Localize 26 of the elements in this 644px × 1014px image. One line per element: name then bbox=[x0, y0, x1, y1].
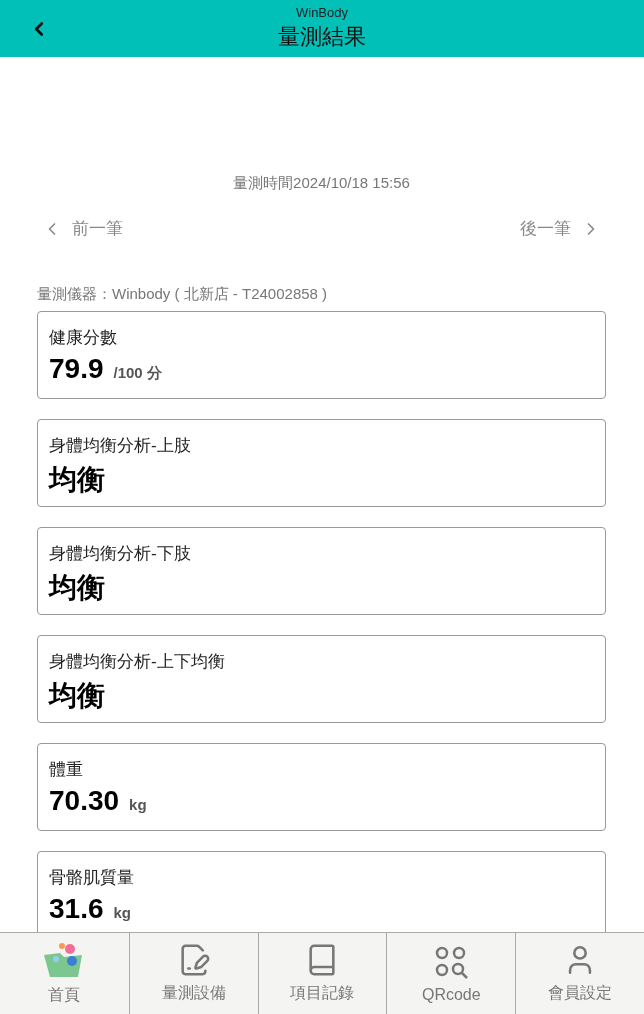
card-value: 均衡 bbox=[49, 463, 105, 497]
card-unit: kg bbox=[113, 904, 131, 921]
card-label: 身體均衡分析-上肢 bbox=[49, 435, 192, 457]
card-label: 骨骼肌質量 bbox=[49, 867, 135, 889]
card-value: 31.6 bbox=[49, 893, 104, 925]
card-value: 均衡 bbox=[49, 571, 105, 605]
tab-item[interactable]: QRcode bbox=[386, 933, 516, 1014]
card-label: 身體均衡分析-下肢 bbox=[49, 543, 192, 565]
card-unit: /100 分 bbox=[113, 364, 162, 383]
tab-item[interactable]: 會員設定 bbox=[515, 933, 644, 1014]
previous-button[interactable]: 前一筆 bbox=[42, 217, 123, 240]
page-title: 量測結果 bbox=[278, 23, 366, 51]
tab-item[interactable]: 首頁 bbox=[0, 933, 129, 1014]
next-button[interactable]: 後一筆 bbox=[520, 217, 601, 240]
card-value: 79.9 bbox=[49, 353, 104, 385]
measured-time: 量測時間2024/10/18 15:56 bbox=[232, 174, 411, 193]
card-label: 身體均衡分析-上下均衡 bbox=[49, 651, 226, 673]
tab-item[interactable]: 項目記錄 bbox=[257, 933, 387, 1014]
card-unit: kg bbox=[129, 796, 147, 813]
tab-item[interactable]: 量測設備 bbox=[128, 933, 258, 1014]
card-label: 體重 bbox=[49, 759, 84, 781]
device-label: 量測儀器：Winbody ( 北新店 - T24002858 ) bbox=[37, 285, 329, 304]
app-name: WinBody bbox=[296, 5, 348, 20]
card-value: 70.30 bbox=[49, 785, 120, 817]
card-value: 均衡 bbox=[49, 679, 105, 713]
card-label: 健康分數 bbox=[49, 327, 118, 349]
